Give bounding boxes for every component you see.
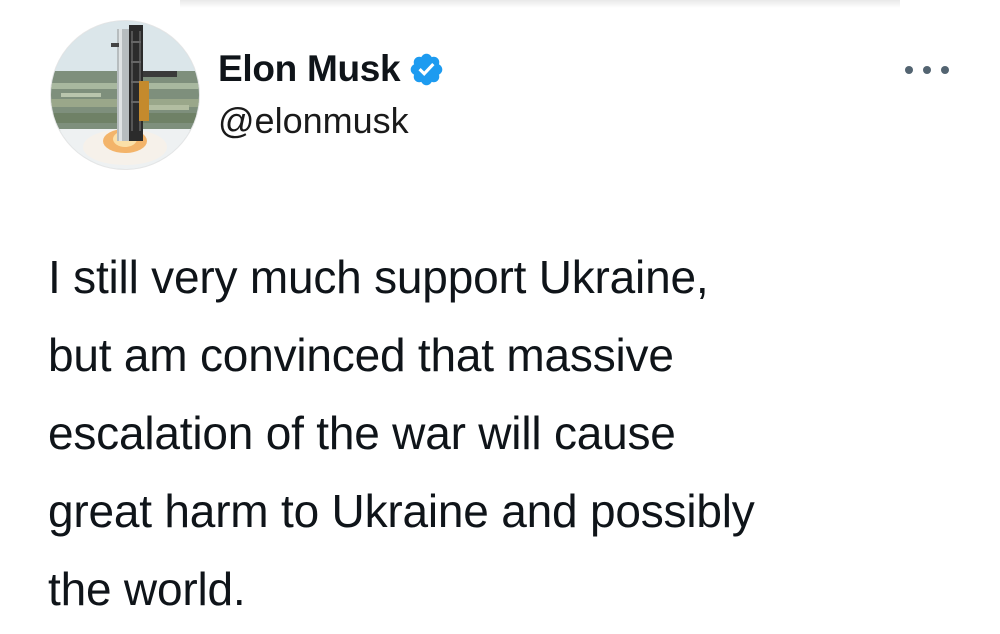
more-dot — [905, 66, 913, 74]
verified-badge-icon — [408, 51, 445, 88]
tweet-card: Elon Musk @elonmusk I still very much su… — [0, 0, 1000, 634]
more-dot — [923, 66, 931, 74]
tweet-text-line: escalation of the war will cause — [48, 407, 676, 459]
tweet-text-line: I still very much support Ukraine, — [48, 251, 709, 303]
more-options-icon[interactable] — [905, 58, 949, 82]
avatar[interactable] — [50, 20, 200, 170]
author-name-row: Elon Musk — [218, 46, 445, 92]
more-dot — [941, 66, 949, 74]
author-display-name[interactable]: Elon Musk — [218, 46, 401, 92]
avatar-image — [51, 21, 199, 169]
tweet-text-line: great harm to Ukraine and possibly — [48, 485, 755, 537]
author-handle[interactable]: @elonmusk — [218, 98, 445, 144]
tweet-text-line: but am convinced that massive — [48, 329, 674, 381]
tweet-text-line: the world. — [48, 563, 246, 615]
tweet-text: I still very much support Ukraine, but a… — [48, 238, 978, 628]
author-block: Elon Musk @elonmusk — [218, 46, 445, 144]
